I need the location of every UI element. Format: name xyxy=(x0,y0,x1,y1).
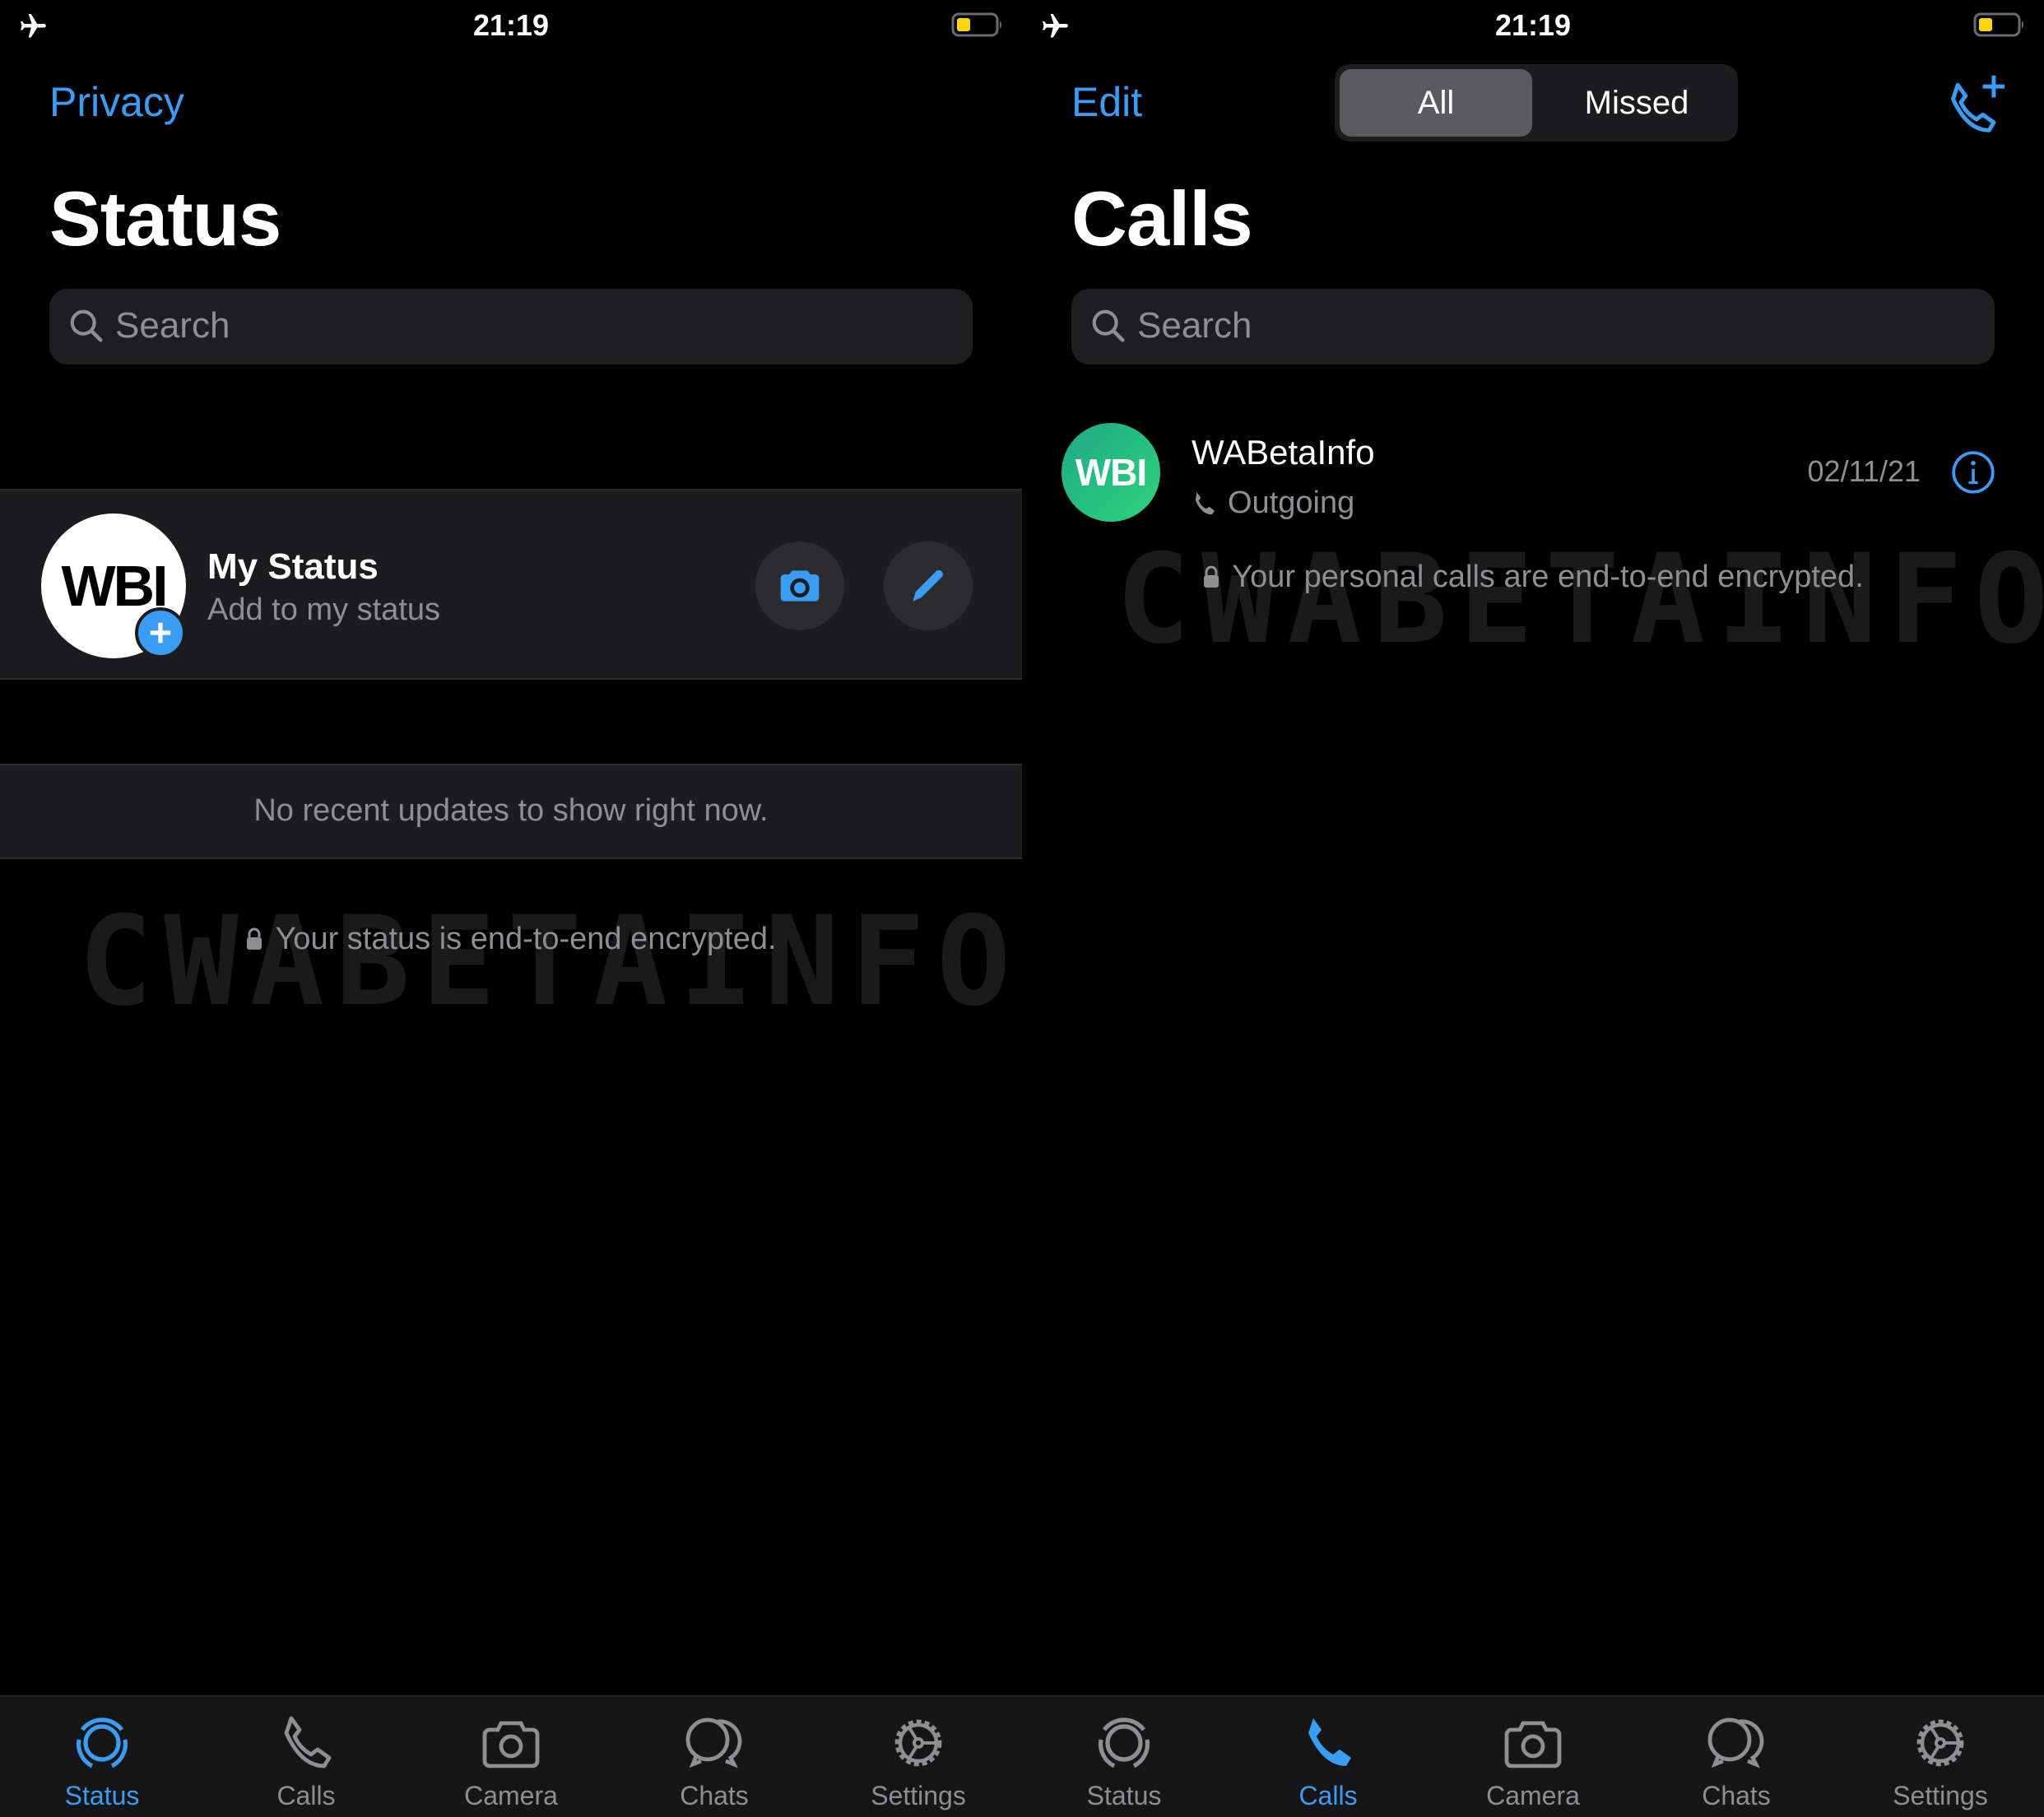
search-icon xyxy=(70,309,103,342)
call-contact-name: WABetaInfo xyxy=(1192,433,1375,472)
search-icon xyxy=(1092,309,1125,342)
tab-label: Calls xyxy=(1298,1781,1358,1810)
new-call-icon[interactable] xyxy=(1945,72,2008,135)
phone-icon xyxy=(1308,1718,1351,1766)
edit-button[interactable]: Edit xyxy=(1071,78,1142,126)
clock: 21:19 xyxy=(472,8,550,42)
tab-calls[interactable]: Calls xyxy=(224,1710,388,1811)
add-status-plus-icon[interactable] xyxy=(135,607,186,658)
lock-icon xyxy=(247,927,262,950)
lock-icon xyxy=(1204,565,1219,588)
no-updates-message: No recent updates to show right now. xyxy=(253,793,769,828)
tab-label: Settings xyxy=(1893,1781,1988,1810)
clock: 21:19 xyxy=(1494,8,1572,42)
tab-status[interactable]: Status xyxy=(1042,1710,1206,1811)
status-bar: 21:19 xyxy=(0,0,1022,53)
status-icon xyxy=(76,1717,128,1768)
tab-label: Chats xyxy=(1702,1781,1771,1810)
status-icon xyxy=(1098,1717,1150,1768)
encryption-text: Your personal calls are end-to-end encry… xyxy=(1232,560,1864,594)
tab-chats[interactable]: Chats xyxy=(1654,1710,1819,1811)
tab-label: Calls xyxy=(276,1781,336,1810)
my-status-subtitle: Add to my status xyxy=(207,592,441,627)
no-updates-row: No recent updates to show right now. xyxy=(0,764,1022,859)
tab-label: Settings xyxy=(871,1781,966,1810)
info-icon[interactable] xyxy=(1950,449,1996,495)
chats-icon xyxy=(1707,1717,1764,1768)
segment-missed[interactable]: Missed xyxy=(1540,69,1733,137)
text-status-button[interactable] xyxy=(884,541,973,630)
encryption-text: Your status is end-to-end encrypted. xyxy=(275,922,777,956)
search-placeholder: Search xyxy=(115,305,230,346)
camera-icon xyxy=(1504,1721,1562,1768)
tab-label: Status xyxy=(64,1781,140,1810)
tab-calls[interactable]: Calls xyxy=(1246,1710,1410,1811)
camera-icon xyxy=(482,1721,540,1768)
call-date: 02/11/21 xyxy=(1807,454,1921,488)
outgoing-phone-icon xyxy=(1195,492,1215,515)
search-input[interactable]: Search xyxy=(1071,289,1995,365)
chats-icon xyxy=(685,1717,742,1768)
watermark: CWABETAINFO xyxy=(78,890,1022,1034)
calls-screen: 21:19 Edit All Missed Calls Search WBI W… xyxy=(1022,0,2044,1817)
watermark: CWABETAINFO xyxy=(1116,528,2044,672)
encryption-note: Your personal calls are end-to-end encry… xyxy=(1022,560,2044,595)
tab-settings[interactable]: Settings xyxy=(1858,1710,2023,1811)
avatar-text: WBI xyxy=(1075,451,1147,494)
gear-icon xyxy=(894,1719,942,1767)
pencil-icon xyxy=(913,569,943,602)
page-title: Status xyxy=(49,175,281,262)
tab-camera[interactable]: Camera xyxy=(429,1710,593,1811)
tab-label: Camera xyxy=(1486,1781,1580,1810)
phone-icon xyxy=(284,1716,332,1768)
tab-bar: Status Calls Camera Chats Settings xyxy=(0,1695,1022,1817)
tab-settings[interactable]: Settings xyxy=(836,1710,1001,1811)
status-bar: 21:19 xyxy=(1022,0,2044,53)
tab-label: Camera xyxy=(464,1781,558,1810)
tab-status[interactable]: Status xyxy=(20,1710,184,1811)
my-status-title: My Status xyxy=(207,546,379,587)
call-type-text: Outgoing xyxy=(1228,486,1355,520)
battery-icon xyxy=(1973,12,2023,37)
my-status-row[interactable]: WBI My Status Add to my status xyxy=(0,489,1022,680)
gear-icon xyxy=(1916,1719,1964,1767)
page-title: Calls xyxy=(1071,175,1253,262)
calls-filter-segmented-control: All Missed xyxy=(1335,64,1738,142)
avatar: WBI xyxy=(1061,423,1160,522)
status-screen: 21:19 Privacy Status Search WBI My Statu… xyxy=(0,0,1022,1817)
camera-status-button[interactable] xyxy=(755,541,844,630)
privacy-link[interactable]: Privacy xyxy=(49,78,184,126)
tab-bar: Status Calls Camera Chats Settings xyxy=(1022,1695,2044,1817)
segment-all[interactable]: All xyxy=(1340,69,1532,137)
call-type: Outgoing xyxy=(1192,486,1354,521)
tab-camera[interactable]: Camera xyxy=(1451,1710,1615,1811)
tab-label: Chats xyxy=(680,1781,749,1810)
battery-icon xyxy=(951,12,1001,37)
call-list-item[interactable]: WBI WABetaInfo Outgoing 02/11/21 xyxy=(1022,420,2044,527)
tab-label: Status xyxy=(1086,1781,1162,1810)
tab-chats[interactable]: Chats xyxy=(632,1710,797,1811)
search-placeholder: Search xyxy=(1137,305,1252,346)
camera-icon xyxy=(780,570,820,602)
encryption-note: Your status is end-to-end encrypted. xyxy=(0,922,1022,957)
search-input[interactable]: Search xyxy=(49,289,973,365)
